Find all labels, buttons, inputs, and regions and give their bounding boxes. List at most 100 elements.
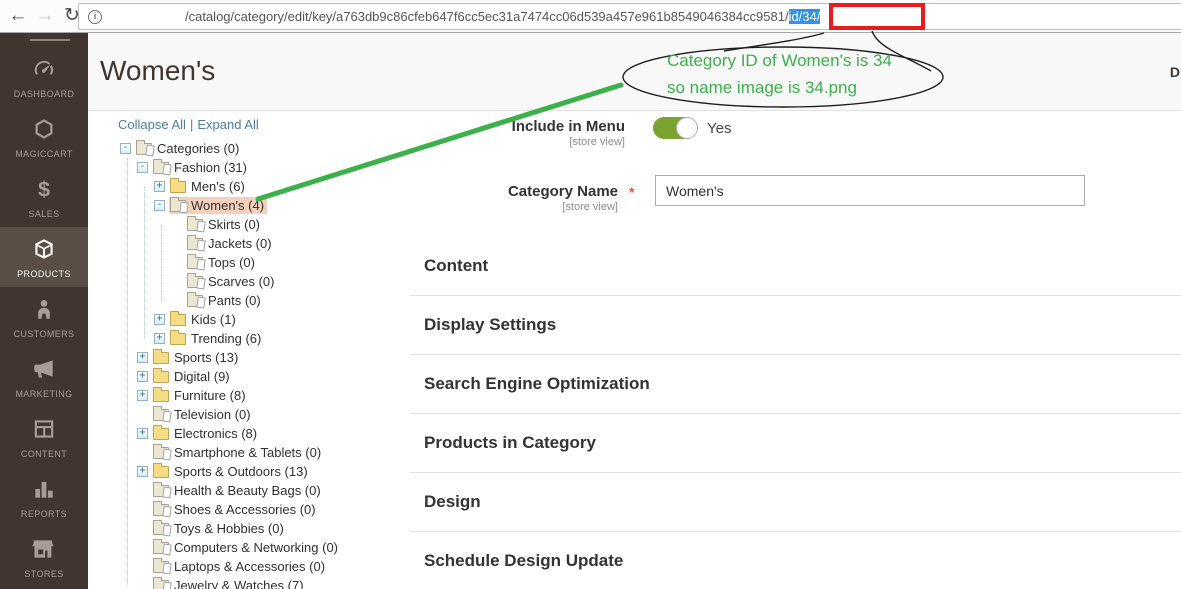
expand-plus-icon[interactable]: + [154, 333, 165, 344]
sidebar-item-sales[interactable]: $SALES [0, 167, 88, 227]
tree-node-content[interactable]: Smartphone & Tablets (0) [152, 444, 324, 461]
tree-node[interactable]: -Fashion (31) [118, 158, 448, 177]
sidebar-item-content[interactable]: CONTENT [0, 407, 88, 467]
browser-back-icon[interactable]: ← [6, 2, 30, 30]
tree-node[interactable]: Toys & Hobbies (0) [118, 519, 448, 538]
sidebar-item-stores[interactable]: STORES [0, 527, 88, 587]
sidebar-item-marketing[interactable]: MARKETING [0, 347, 88, 407]
tree-node-content[interactable]: Women's (4) [169, 197, 267, 214]
browser-toolbar: ← → ↻ i /catalog/category/edit/key/a763d… [0, 0, 1181, 33]
tree-node-label: Smartphone & Tablets (0) [174, 445, 321, 460]
tree-node[interactable]: Tops (0) [118, 253, 448, 272]
tree-node[interactable]: -Women's (4) [118, 196, 448, 215]
tree-node-content[interactable]: Furniture (8) [152, 387, 249, 404]
tree-node-content[interactable]: Tops (0) [186, 254, 258, 271]
tree-node[interactable]: + Kids (1) [118, 310, 448, 329]
tree-node-label: Categories (0) [157, 141, 239, 156]
category-name-input[interactable] [655, 175, 1085, 206]
tree-node-content[interactable]: Sports (13) [152, 349, 241, 366]
section-search-engine-optimization[interactable]: Search Engine Optimization [410, 355, 1181, 414]
expand-all-link[interactable]: Expand All [197, 117, 258, 132]
tree-node[interactable]: Pants (0) [118, 291, 448, 310]
url-text[interactable]: /catalog/category/edit/key/a763db9c86cfe… [185, 9, 820, 24]
browser-forward-icon[interactable]: → [33, 2, 57, 30]
tree-node[interactable]: Smartphone & Tablets (0) [118, 443, 448, 462]
tree-node-content[interactable]: Pants (0) [186, 292, 264, 309]
sidebar-item-magiccart[interactable]: MAGICCART [0, 107, 88, 167]
expand-plus-icon[interactable]: + [137, 466, 148, 477]
tree-node-label: Toys & Hobbies (0) [174, 521, 284, 536]
section-products-in-category[interactable]: Products in Category [410, 414, 1181, 473]
section-display-settings[interactable]: Display Settings [410, 296, 1181, 355]
tree-node[interactable]: Skirts (0) [118, 215, 448, 234]
expand-plus-icon[interactable]: + [137, 428, 148, 439]
tree-node-content[interactable]: Categories (0) [135, 140, 242, 157]
tree-node-content[interactable]: Laptops & Accessories (0) [152, 558, 328, 575]
tree-node-content[interactable]: Scarves (0) [186, 273, 277, 290]
tree-node-content[interactable]: Health & Beauty Bags (0) [152, 482, 324, 499]
tree-node[interactable]: + Furniture (8) [118, 386, 448, 405]
tree-node[interactable]: + Sports (13) [118, 348, 448, 367]
tree-node-content[interactable]: Shoes & Accessories (0) [152, 501, 319, 518]
collapse-minus-icon[interactable]: - [120, 143, 131, 154]
tree-node-content[interactable]: Toys & Hobbies (0) [152, 520, 287, 537]
tree-node-content[interactable]: Fashion (31) [152, 159, 250, 176]
tree-node[interactable]: + Trending (6) [118, 329, 448, 348]
cutoff-button-d[interactable]: D [1170, 64, 1180, 80]
tree-node-label: Jewelry & Watches (7) [174, 578, 304, 589]
expand-plus-icon[interactable]: + [137, 390, 148, 401]
tree-node[interactable]: Shoes & Accessories (0) [118, 500, 448, 519]
tree-node[interactable]: Computers & Networking (0) [118, 538, 448, 557]
expand-plus-icon[interactable]: + [154, 314, 165, 325]
tree-node-content[interactable]: Trending (6) [169, 330, 264, 347]
include-in-menu-toggle[interactable] [653, 117, 697, 139]
folder-icon [170, 333, 186, 345]
tree-node[interactable]: Laptops & Accessories (0) [118, 557, 448, 576]
tree-node-content[interactable]: Computers & Networking (0) [152, 539, 341, 556]
expand-plus-icon[interactable]: + [137, 352, 148, 363]
tree-node[interactable]: Scarves (0) [118, 272, 448, 291]
magiccart-icon [31, 116, 57, 142]
sidebar-item-customers[interactable]: CUSTOMERS [0, 287, 88, 347]
tree-node[interactable]: + Digital (9) [118, 367, 448, 386]
tree-node[interactable]: Television (0) [118, 405, 448, 424]
folder-icon [153, 466, 169, 478]
customers-icon [31, 296, 57, 322]
tree-node-content[interactable]: Television (0) [152, 406, 254, 423]
tree-node-content[interactable]: Sports & Outdoors (13) [152, 463, 311, 480]
collapse-minus-icon[interactable]: - [137, 162, 148, 173]
tree-node[interactable]: + Men's (6) [118, 177, 448, 196]
sidebar-item-products[interactable]: PRODUCTS [0, 227, 88, 287]
tree-node-content[interactable]: Electronics (8) [152, 425, 260, 442]
tree-node-content[interactable]: Digital (9) [152, 368, 233, 385]
tree-node-content[interactable]: Men's (6) [169, 178, 248, 195]
tree-guide-line [144, 187, 145, 339]
tree-node[interactable]: + Sports & Outdoors (13) [118, 462, 448, 481]
expand-plus-icon[interactable]: + [137, 371, 148, 382]
tree-node-content[interactable]: Kids (1) [169, 311, 239, 328]
category-name-scope: [store view] [420, 201, 618, 213]
page-info-icon[interactable]: i [88, 10, 102, 24]
tree-node-content[interactable]: Jackets (0) [186, 235, 275, 252]
expand-plus-icon[interactable]: + [154, 181, 165, 192]
tree-node[interactable]: Health & Beauty Bags (0) [118, 481, 448, 500]
section-design[interactable]: Design [410, 473, 1181, 532]
sidebar-item-dashboard[interactable]: DASHBOARD [0, 47, 88, 107]
tree-node-content[interactable]: Skirts (0) [186, 216, 263, 233]
tree-node-content[interactable]: Jewelry & Watches (7) [152, 577, 307, 589]
tree-node[interactable]: Jackets (0) [118, 234, 448, 253]
tree-node[interactable]: - Categories (0) [118, 139, 448, 158]
address-bar[interactable]: i /catalog/category/edit/key/a763db9c86c… [78, 3, 1181, 30]
section-label: Products in Category [424, 433, 596, 453]
collapse-all-link[interactable]: Collapse All [118, 117, 186, 132]
collapse-minus-icon[interactable]: - [154, 200, 165, 211]
tree-node[interactable]: + Electronics (8) [118, 424, 448, 443]
folder-icon [170, 314, 186, 326]
section-schedule-design-update[interactable]: Schedule Design Update [410, 532, 1181, 589]
tree-node-label: Trending (6) [191, 331, 261, 346]
folder-icon [153, 390, 169, 402]
section-content[interactable]: Content [410, 237, 1181, 296]
sidebar-item-reports[interactable]: REPORTS [0, 467, 88, 527]
folder-icon [153, 580, 169, 589]
tree-node[interactable]: Jewelry & Watches (7) [118, 576, 448, 589]
